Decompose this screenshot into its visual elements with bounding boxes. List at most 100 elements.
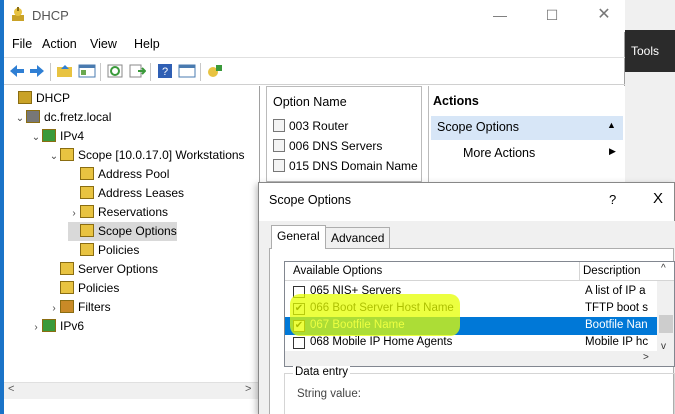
close-button[interactable]: ✕	[586, 4, 622, 26]
scope-options-icon	[80, 224, 94, 237]
options-header: Available Options Description	[285, 262, 674, 281]
help-button[interactable]: ?	[609, 192, 616, 207]
menu-help[interactable]: Help	[134, 37, 160, 51]
tab-advanced[interactable]: Advanced	[325, 227, 391, 249]
options-horizontal-scrollbar[interactable]: >	[285, 351, 657, 366]
list-item[interactable]: 006 DNS Servers	[273, 139, 382, 153]
column-header-description[interactable]: Description	[583, 265, 641, 277]
tree-item[interactable]: Scope Options	[68, 222, 177, 241]
collapse-up-icon[interactable]: ▲	[607, 120, 616, 130]
tree-item[interactable]: Address Leases	[68, 184, 184, 203]
address-pool-icon	[80, 167, 94, 180]
up-folder-icon[interactable]	[56, 63, 74, 79]
help-icon[interactable]: ?	[156, 63, 174, 79]
menu-file[interactable]: File	[12, 37, 32, 51]
expander-icon[interactable]: ⌄	[30, 128, 42, 147]
tree-item-label: Scope Options	[98, 224, 177, 238]
option-description: TFTP boot s	[585, 302, 649, 314]
console-tree: DHCP ⌄ dc.fretz.local ⌄ IPv4 ⌄ Scope [10.0.17.…	[4, 86, 260, 414]
tree-item[interactable]: Policies	[68, 241, 139, 260]
dialog-close-button[interactable]: X	[653, 190, 663, 207]
show-hide-tree-icon[interactable]	[78, 63, 96, 79]
tree-item-label: DHCP	[36, 91, 71, 105]
column-header-option-name[interactable]: Option Name	[273, 95, 347, 109]
minimize-button[interactable]: —	[482, 4, 518, 26]
column-header-available-options[interactable]: Available Options	[293, 265, 382, 277]
properties-icon[interactable]	[178, 63, 196, 79]
option-row[interactable]: 068 Mobile IP Home Agents Mobile IP hc	[285, 334, 657, 352]
expander-icon[interactable]: ›	[48, 299, 60, 318]
toolbar-separator	[200, 63, 201, 81]
ipv6-icon	[42, 319, 56, 332]
svg-text:?: ?	[162, 66, 168, 78]
tree-item[interactable]: Address Pool	[68, 165, 169, 184]
option-name: 068 Mobile IP Home Agents	[310, 336, 453, 348]
policies-icon	[60, 281, 74, 294]
tree-item-label: Policies	[78, 281, 120, 295]
tree-item[interactable]: › Reservations	[68, 203, 168, 222]
data-entry-group: Data entry String value:	[284, 366, 675, 414]
expander-icon[interactable]: ›	[68, 204, 80, 223]
dhcp-manage-icon[interactable]	[206, 63, 224, 79]
tree-item[interactable]: Server Options	[48, 260, 158, 279]
tree-item[interactable]: DHCP	[6, 89, 70, 108]
server-icon	[26, 110, 40, 123]
checkbox-unchecked[interactable]	[293, 337, 305, 349]
tab-general[interactable]: General	[271, 225, 326, 249]
scroll-right-icon[interactable]: >	[643, 352, 649, 363]
screen: Tools DHCP — ☐ ✕ File Action View Help ?…	[0, 0, 675, 414]
policies-icon	[80, 243, 94, 256]
tree-item-label: Server Options	[78, 262, 159, 276]
expander-icon[interactable]: ⌄	[14, 109, 26, 128]
maximize-button[interactable]: ☐	[534, 4, 570, 26]
tree-item[interactable]: ⌄ Scope [10.0.17.0] Workstations	[48, 146, 245, 165]
window-title: DHCP	[32, 8, 69, 23]
tree-item[interactable]: Policies	[48, 279, 119, 298]
actions-section-scope-options[interactable]: Scope Options ▲	[431, 116, 623, 140]
title-bar[interactable]: DHCP — ☐ ✕	[4, 0, 625, 32]
toolbar-separator	[150, 63, 151, 81]
toolbar-separator	[100, 63, 101, 81]
scroll-up-icon[interactable]: ^	[661, 263, 666, 274]
column-divider[interactable]	[579, 262, 580, 281]
tree-item[interactable]: ⌄ IPv4	[30, 127, 84, 146]
highlight-annotation	[290, 294, 460, 336]
expander-icon[interactable]: ›	[30, 318, 42, 337]
address-leases-icon	[80, 186, 94, 199]
tree-item-label: Address Leases	[98, 186, 185, 200]
export-list-icon[interactable]	[128, 63, 146, 79]
options-vertical-scrollbar[interactable]: ^ v	[657, 263, 674, 366]
back-icon[interactable]	[8, 63, 26, 79]
menu-action[interactable]: Action	[42, 37, 77, 51]
forward-icon[interactable]	[28, 63, 46, 79]
data-entry-label: Data entry	[293, 366, 351, 378]
list-item-label: 003 Router	[289, 119, 349, 133]
tree-item[interactable]: ⌄ dc.fretz.local	[14, 108, 111, 127]
scroll-right-icon[interactable]: >	[245, 383, 251, 395]
tree-item[interactable]: › IPv6	[30, 317, 84, 336]
list-item[interactable]: 003 Router	[273, 119, 348, 133]
server-options-icon	[60, 262, 74, 275]
more-actions-item[interactable]: More Actions	[463, 146, 535, 160]
tree-item[interactable]: › Filters	[48, 298, 111, 317]
tree-horizontal-scrollbar[interactable]: < >	[4, 382, 259, 399]
menu-view[interactable]: View	[90, 37, 117, 51]
option-icon	[273, 119, 285, 132]
actions-heading: Actions	[433, 94, 479, 108]
actions-section-label: Scope Options	[437, 120, 519, 134]
tools-menu[interactable]: Tools	[631, 44, 659, 58]
toolbar: ?	[4, 57, 625, 85]
scroll-down-icon[interactable]: v	[661, 341, 666, 352]
scroll-left-icon[interactable]: <	[8, 383, 14, 395]
option-icon	[273, 139, 285, 152]
submenu-arrow-icon: ▶	[609, 146, 616, 156]
expander-icon[interactable]: ⌄	[48, 147, 60, 166]
reservations-icon	[80, 205, 94, 218]
refresh-icon[interactable]	[106, 63, 124, 79]
option-description: Bootfile Nan	[585, 319, 648, 331]
tree-item-label: IPv4	[60, 129, 85, 143]
list-item[interactable]: 015 DNS Domain Name	[273, 159, 418, 173]
tree-item-label: Filters	[78, 300, 111, 314]
scroll-thumb[interactable]	[659, 315, 673, 333]
menu-bar: File Action View Help	[4, 34, 625, 56]
